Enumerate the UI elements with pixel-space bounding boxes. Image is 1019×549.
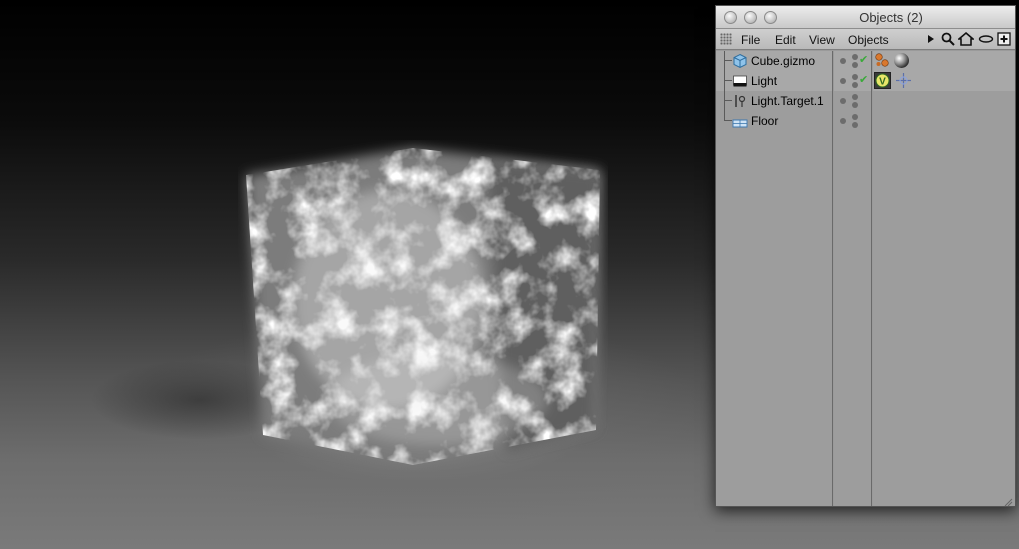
menu-view[interactable]: View — [809, 33, 835, 47]
window-title: Objects (2) — [859, 10, 923, 25]
svg-text:V: V — [879, 77, 886, 88]
object-label: Floor — [751, 114, 779, 128]
arrow-right-icon[interactable] — [923, 31, 939, 47]
editor-visibility-dot[interactable] — [852, 74, 858, 80]
tags-column: V — [873, 51, 1015, 506]
visibility-flags-column: ✔ ✔ — [834, 51, 872, 506]
render-dot[interactable] — [840, 78, 846, 84]
object-label: Light.Target.1 — [751, 94, 824, 108]
object-label: Light — [751, 74, 778, 88]
eye-icon[interactable] — [978, 31, 994, 47]
close-window-button[interactable] — [724, 11, 737, 24]
minimize-window-button[interactable] — [744, 11, 757, 24]
menu-edit[interactable]: Edit — [775, 33, 796, 47]
editor-visibility-dot[interactable] — [852, 114, 858, 120]
tree-branch — [724, 60, 732, 61]
flag-row: ✔ — [834, 51, 872, 71]
cube-icon — [732, 53, 748, 69]
editor-visibility-dot[interactable] — [852, 94, 858, 100]
render-visibility-dot[interactable] — [852, 102, 858, 108]
render-dot[interactable] — [840, 118, 846, 124]
search-icon[interactable] — [940, 31, 956, 47]
tree-branch — [724, 80, 732, 81]
menu-file[interactable]: File — [741, 33, 760, 47]
objects-window[interactable]: Objects (2) File Edit View Objects Cube.… — [715, 5, 1016, 507]
enabled-check-icon[interactable]: ✔ — [859, 53, 868, 66]
flag-row — [834, 91, 872, 111]
render-visibility-dot[interactable] — [852, 62, 858, 68]
null-target-icon — [732, 93, 748, 109]
render-visibility-dot[interactable] — [852, 122, 858, 128]
object-row-floor[interactable]: Floor — [716, 111, 833, 131]
render-visibility-dot[interactable] — [852, 82, 858, 88]
render-dot[interactable] — [840, 98, 846, 104]
object-row-light-target[interactable]: Light.Target.1 — [716, 91, 833, 111]
enabled-check-icon[interactable]: ✔ — [859, 73, 868, 86]
material-sphere-icon[interactable] — [893, 52, 910, 69]
object-row-light[interactable]: Light — [716, 71, 833, 91]
object-names-column: Cube.gizmo Light Light.Target.1 Floor — [716, 51, 833, 506]
object-label: Cube.gizmo — [751, 54, 816, 68]
vray-tag-icon[interactable]: V — [874, 72, 891, 89]
spheres-tag-icon[interactable] — [874, 52, 891, 69]
flag-row — [834, 111, 872, 131]
floor-icon — [732, 113, 748, 129]
menu-objects[interactable]: Objects — [848, 33, 889, 47]
resize-grip-icon[interactable] — [1003, 494, 1013, 507]
title-bar[interactable]: Objects (2) — [716, 6, 1015, 29]
object-row-cube-gizmo[interactable]: Cube.gizmo — [716, 51, 833, 71]
tree-branch — [724, 120, 732, 121]
zoom-window-button[interactable] — [764, 11, 777, 24]
add-icon[interactable] — [996, 31, 1012, 47]
home-icon[interactable] — [958, 31, 974, 47]
tree-branch — [724, 100, 732, 101]
flag-row: ✔ — [834, 71, 872, 91]
editor-visibility-dot[interactable] — [852, 54, 858, 60]
light-icon — [732, 73, 748, 89]
grip-icon[interactable] — [720, 33, 732, 45]
render-dot[interactable] — [840, 58, 846, 64]
target-tag-icon[interactable] — [895, 72, 912, 89]
menu-bar: File Edit View Objects — [716, 29, 1015, 50]
cloud-cube — [238, 140, 608, 470]
